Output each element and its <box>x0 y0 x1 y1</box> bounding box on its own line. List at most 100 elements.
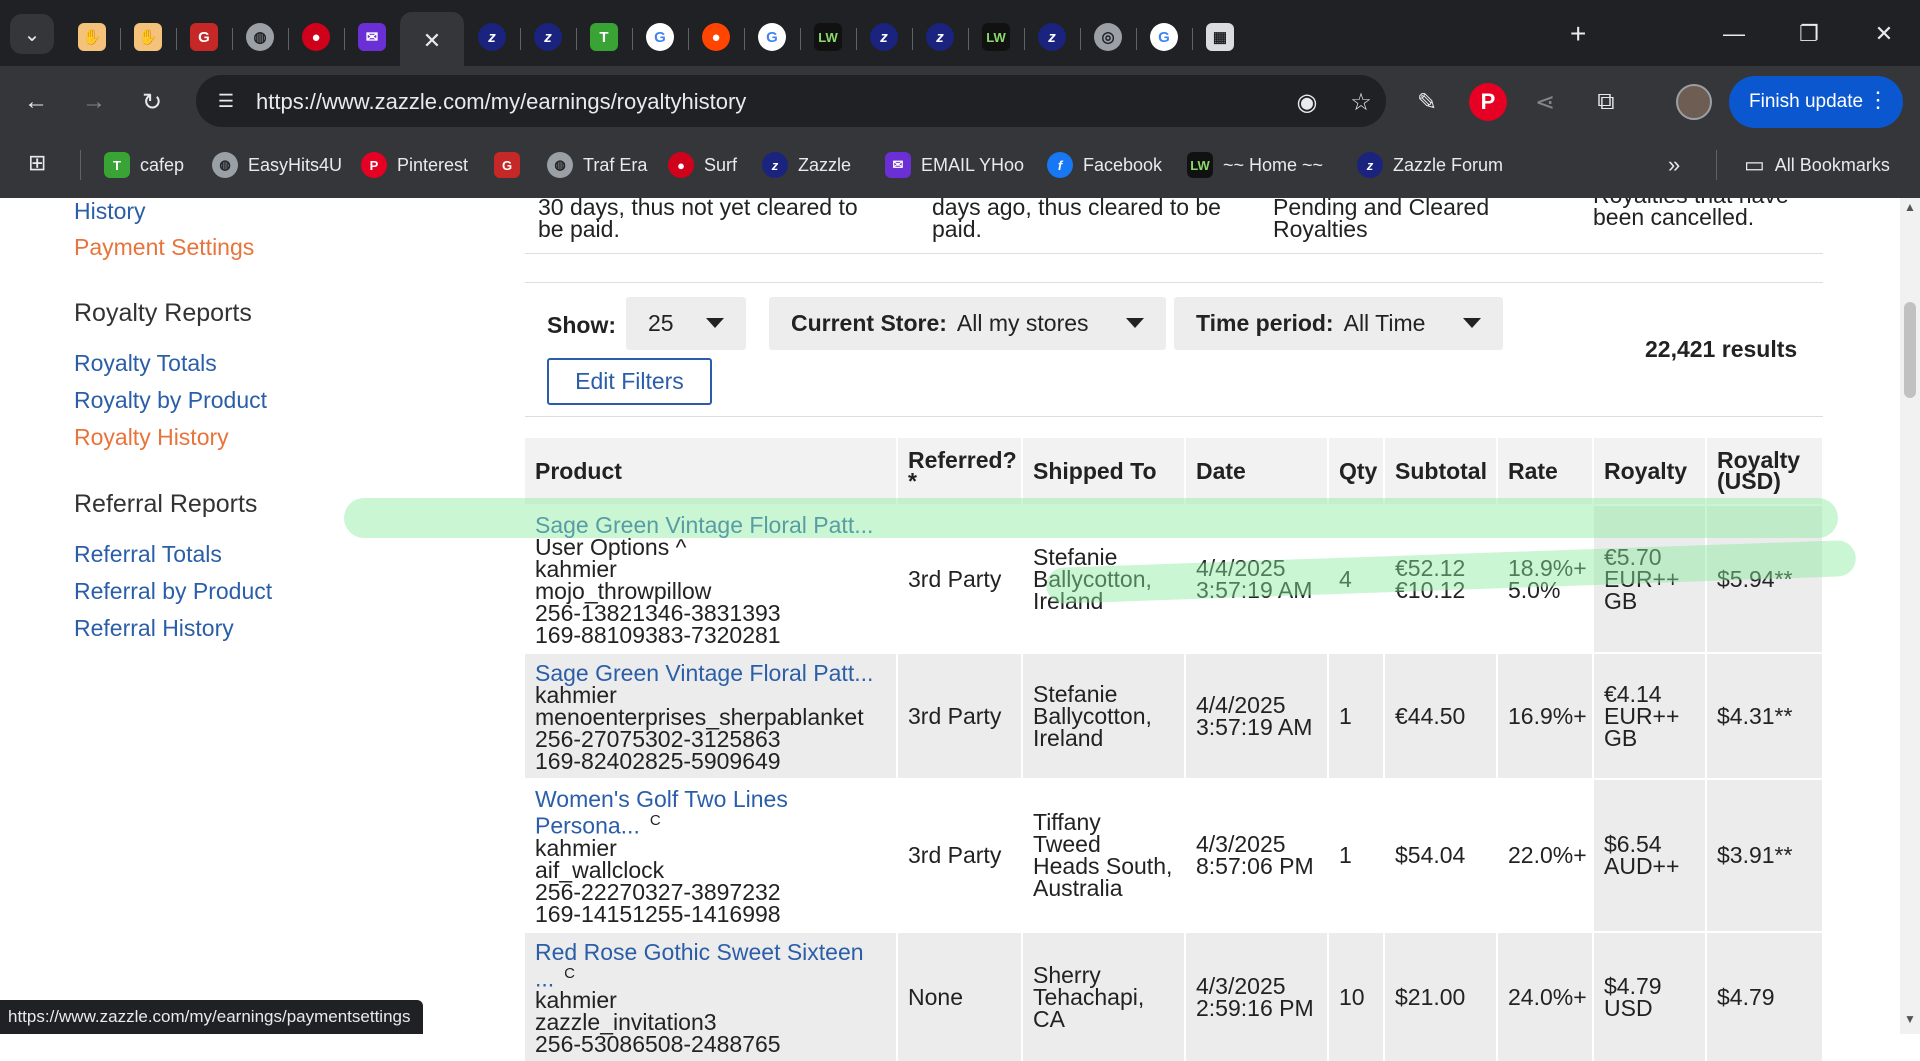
bookmark-item[interactable]: ◍ Traf Era <box>547 150 647 180</box>
tab[interactable]: ● <box>688 12 744 62</box>
store-dropdown[interactable]: Current Store: All my stores <box>769 297 1166 350</box>
product-detail: 256-27075302-3125863 <box>535 726 781 752</box>
col-product[interactable]: Product <box>525 438 898 505</box>
royalty-line: AUD++ <box>1604 853 1680 880</box>
col-qty[interactable]: Qty <box>1328 438 1385 505</box>
tab[interactable]: G <box>176 12 232 62</box>
bookmark-item[interactable]: P Pinterest <box>361 150 468 180</box>
bookmark-item[interactable]: Tcafep <box>104 150 184 180</box>
sidebar-royalty-history[interactable]: Royalty History <box>74 424 229 451</box>
bookmark-item[interactable]: G <box>494 150 530 180</box>
finish-update-button[interactable]: Finish update ⋮ <box>1729 76 1903 128</box>
bookmark-label: Zazzle Forum <box>1393 154 1504 175</box>
zazzle-icon: z <box>478 23 506 51</box>
bookmark-item[interactable]: z Zazzle Forum <box>1357 150 1503 180</box>
restore-button[interactable]: ❐ <box>1779 14 1839 54</box>
tab[interactable]: T <box>576 12 632 62</box>
all-bookmarks[interactable]: ▭ All Bookmarks <box>1744 150 1890 180</box>
col-shipped-to[interactable]: Shipped To <box>1022 438 1186 505</box>
sidebar-referral-history[interactable]: Referral History <box>74 615 234 642</box>
tab[interactable]: G <box>632 12 688 62</box>
col-royalty[interactable]: Royalty <box>1593 438 1707 505</box>
url-text[interactable]: https://www.zazzle.com/my/earnings/royal… <box>256 89 746 115</box>
product-link[interactable]: Sage Green Vintage Floral Patt... <box>535 662 886 685</box>
tab[interactable]: ◍ <box>232 12 288 62</box>
eye-icon[interactable]: ◉ <box>1292 87 1322 117</box>
tab[interactable]: LW <box>800 12 856 62</box>
bookmark-item[interactable]: ● Surf <box>668 150 737 180</box>
menu-dots-icon[interactable]: ⋮ <box>1867 87 1889 113</box>
window-close-button[interactable]: ✕ <box>1854 14 1914 54</box>
tab[interactable]: ✕ <box>400 12 464 70</box>
col-royalty-usd[interactable]: Royalty (USD) <box>1706 438 1824 505</box>
tab[interactable]: z <box>1024 12 1080 62</box>
tab[interactable]: ● <box>288 12 344 62</box>
time-period-dropdown[interactable]: Time period: All Time <box>1174 297 1503 350</box>
tab[interactable]: z <box>464 12 520 62</box>
time-period-label: Time period: <box>1196 310 1334 336</box>
bookmark-item[interactable]: ✉ EMAIL YHoo <box>885 150 1024 180</box>
apps-grid-icon[interactable]: ⊞ <box>28 150 56 178</box>
sidebar-referral-by-product[interactable]: Referral by Product <box>74 578 272 605</box>
share-icon[interactable]: ⋖ <box>1527 84 1563 120</box>
scroll-up-arrow-icon[interactable]: ▲ <box>1904 200 1916 214</box>
bookmark-item[interactable]: z Zazzle <box>762 150 851 180</box>
zazzle-icon: z <box>762 152 788 178</box>
tab[interactable]: z <box>856 12 912 62</box>
tab[interactable]: G <box>1136 12 1192 62</box>
scroll-down-arrow-icon[interactable]: ▼ <box>1904 1012 1916 1026</box>
product-link-cont[interactable]: ... C <box>535 963 886 990</box>
bookmark-item[interactable]: LW ~~ Home ~~ <box>1187 150 1323 180</box>
sidebar-referral-totals[interactable]: Referral Totals <box>74 541 222 568</box>
site-info-icon[interactable]: ☰ <box>210 85 242 117</box>
edit-filters-button[interactable]: Edit Filters <box>547 358 712 405</box>
sidebar-history[interactable]: History <box>74 198 146 225</box>
col-rate[interactable]: Rate <box>1497 438 1594 505</box>
tab[interactable]: ▦ <box>1192 12 1248 62</box>
minimize-button[interactable]: — <box>1704 14 1764 54</box>
tab[interactable]: ✋ <box>64 12 120 62</box>
star-icon[interactable]: ☆ <box>1346 87 1376 117</box>
tab[interactable]: z <box>912 12 968 62</box>
tab[interactable]: ✋ <box>120 12 176 62</box>
show-dropdown[interactable]: 25 <box>626 297 746 350</box>
new-tab-button[interactable]: + <box>1570 18 1586 50</box>
results-count: 22,421 results <box>1645 336 1798 362</box>
profile-avatar[interactable] <box>1676 84 1712 120</box>
referral-reports-heading: Referral Reports <box>74 490 258 518</box>
user-options-toggle[interactable]: User Options ^ <box>535 536 886 559</box>
extensions-icon[interactable]: ⧉ <box>1588 84 1624 120</box>
table-header-row: Product Referred? * Shipped To Date Qty … <box>525 438 1824 505</box>
lw-icon: LW <box>982 23 1010 51</box>
sidebar-payment-settings[interactable]: Payment Settings <box>74 234 254 261</box>
col-subtotal[interactable]: Subtotal <box>1384 438 1498 505</box>
zazzle-icon: z <box>1038 23 1066 51</box>
col-date[interactable]: Date <box>1185 438 1329 505</box>
scrollbar-thumb[interactable] <box>1904 302 1916 398</box>
back-arrow-icon[interactable]: ← <box>18 84 54 120</box>
tab[interactable]: G <box>744 12 800 62</box>
sidebar-royalty-totals[interactable]: Royalty Totals <box>74 350 217 377</box>
tab[interactable]: LW <box>968 12 1024 62</box>
tab[interactable]: ◎ <box>1080 12 1136 62</box>
date-cell: 4/4/2025 3:57:19 AM <box>1185 652 1329 779</box>
product-link[interactable]: Red Rose Gothic Sweet Sixteen <box>535 940 886 963</box>
product-link-cont[interactable]: Persona... C <box>535 810 886 837</box>
col-referred[interactable]: Referred? * <box>897 438 1023 505</box>
more-bookmarks-icon[interactable]: » <box>1668 150 1680 180</box>
tab[interactable]: z <box>520 12 576 62</box>
address-bar[interactable]: ☰ https://www.zazzle.com/my/earnings/roy… <box>196 75 1386 127</box>
pinterest-icon[interactable]: P <box>1469 83 1507 121</box>
tab-search-button[interactable]: ⌄ <box>10 14 54 54</box>
forward-arrow-icon[interactable]: → <box>76 84 112 120</box>
close-icon[interactable]: ✕ <box>423 28 441 54</box>
tab[interactable]: ✉ <box>344 12 400 62</box>
product-link[interactable]: Women's Golf Two Lines <box>535 788 886 811</box>
sidebar-royalty-by-product[interactable]: Royalty by Product <box>74 387 267 414</box>
product-cell: Women's Golf Two Lines Persona... Ckahmier… <box>525 778 898 932</box>
reload-icon[interactable]: ↻ <box>134 84 170 120</box>
eyedropper-icon[interactable]: ✎ <box>1409 84 1445 120</box>
bookmark-item[interactable]: ◍ EasyHits4U <box>212 150 342 180</box>
royalty-line: USD <box>1604 994 1653 1021</box>
bookmark-item[interactable]: f Facebook <box>1047 150 1162 180</box>
